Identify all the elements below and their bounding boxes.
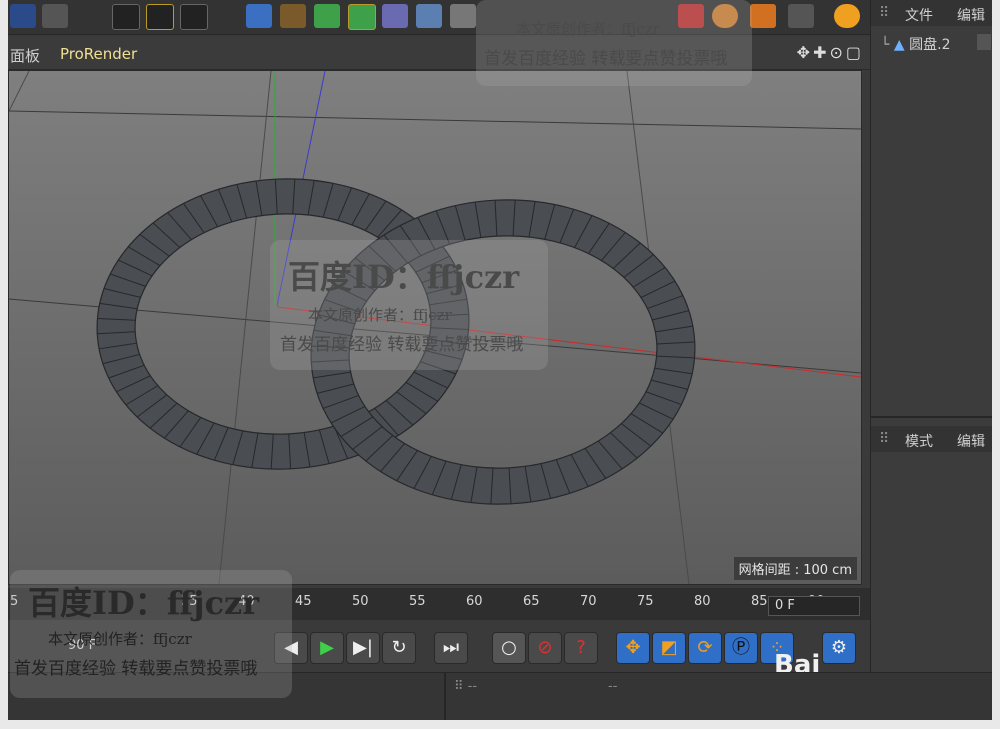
param-key-icon[interactable]: Ⓟ: [724, 632, 758, 664]
menu-edit-attributes[interactable]: 编辑: [957, 431, 985, 451]
scheme-icon[interactable]: ⚙: [822, 632, 856, 664]
help-record-icon[interactable]: ?: [564, 632, 598, 664]
disc-object-icon: ▲: [893, 37, 905, 53]
next-frame-button[interactable]: ▶|: [346, 632, 380, 664]
grid-line: [9, 110, 861, 130]
watermark-center-line1: 本文原创作者：ffjczr: [308, 306, 452, 324]
watermark-bottom-line1: 本文原创作者：ffjczr: [48, 630, 192, 648]
clapboard-active-icon[interactable]: [146, 4, 174, 30]
watermark-bottom-title: 百度ID：ffjczr: [28, 584, 260, 622]
current-frame-field[interactable]: 0 F: [768, 596, 860, 616]
record-disabled-icon[interactable]: ○: [492, 632, 526, 664]
timeline-tick-label: 85: [751, 594, 768, 609]
timeline-tick-label: 50: [352, 594, 369, 609]
grip-icon: ⠿ --: [454, 679, 478, 694]
menu-edit[interactable]: 编辑: [957, 5, 985, 25]
object-manager-header: ⠿ 文件 编辑: [871, 0, 992, 26]
panel-divider: [871, 416, 992, 418]
watermark-center-title: 百度ID：ffjczr: [288, 258, 520, 296]
clapboard-settings-icon[interactable]: [180, 4, 208, 30]
play-button[interactable]: ▶: [310, 632, 344, 664]
app-window: 面板 ProRender ✥✚⊙▢ 网格间距 : 100 cm ⠿ 文件 编辑 …: [8, 0, 992, 720]
watermark-top-line2: 首发百度经验 转载要点赞投票哦: [484, 49, 728, 69]
deformer-icon[interactable]: [382, 4, 408, 28]
tree-branch-icon: └: [881, 37, 890, 53]
grip-icon: ⠿: [879, 431, 890, 447]
grid-line: [218, 71, 272, 584]
select-icon[interactable]: [42, 4, 68, 28]
timeline-tick-label: 75: [637, 594, 654, 609]
watermark-center-line2: 首发百度经验 转载要点赞投票哦: [280, 335, 524, 355]
undo-icon[interactable]: [10, 4, 36, 28]
watermark-top-line1: 本文原创作者：ffjczr: [516, 20, 660, 38]
array-icon[interactable]: [348, 4, 376, 30]
timeline-tick-label: 80: [694, 594, 711, 609]
goto-end-button[interactable]: ⏭: [434, 632, 468, 664]
rotate-key-icon[interactable]: ⟳: [688, 632, 722, 664]
settings-icon[interactable]: [788, 4, 814, 28]
move-key-icon[interactable]: ✥: [616, 632, 650, 664]
loop-button[interactable]: ↻: [382, 632, 416, 664]
object-row[interactable]: └ ▲ 圆盘.2: [881, 34, 950, 54]
spline-pen-icon[interactable]: [280, 4, 306, 28]
floor-icon[interactable]: [416, 4, 442, 28]
nurbs-icon[interactable]: [314, 4, 340, 28]
timeline-tick-label: 45: [295, 594, 312, 609]
sun-icon[interactable]: [834, 4, 860, 28]
timeline-tick-label: 55: [409, 594, 426, 609]
timeline-tick-label: 60: [466, 594, 483, 609]
grid-spacing-label: 网格间距 : 100 cm: [733, 557, 857, 580]
object-manager-panel: ⠿ 文件 编辑 └ ▲ 圆盘.2 ⠿ 模式 编辑: [870, 0, 992, 720]
autokey-icon[interactable]: ⊘: [528, 632, 562, 664]
object-tag-icon[interactable]: [977, 34, 991, 50]
timeline-tick-label: 65: [523, 594, 540, 609]
bottom-divider: [444, 673, 446, 720]
timeline-tick-label: 70: [580, 594, 597, 609]
watermark-bg-top: [476, 0, 752, 86]
menu-panel[interactable]: 面板: [10, 45, 40, 66]
attributes-header: ⠿ 模式 编辑: [871, 426, 992, 452]
sketch-icon[interactable]: [750, 4, 776, 28]
menu-prorender[interactable]: ProRender: [60, 45, 137, 63]
menu-mode[interactable]: 模式: [905, 431, 933, 451]
grid-line: [9, 71, 30, 112]
dash-label: --: [608, 679, 618, 694]
grip-icon: ⠿: [879, 5, 890, 21]
scale-key-icon[interactable]: ◩: [652, 632, 686, 664]
clapboard-render-icon[interactable]: [112, 4, 140, 30]
object-name: 圆盘.2: [909, 37, 951, 53]
menu-file[interactable]: 文件: [905, 5, 933, 25]
cube-icon[interactable]: [246, 4, 272, 28]
camera-icon[interactable]: [450, 4, 476, 28]
watermark-bottom-line2: 首发百度经验 转载要点赞投票哦: [14, 659, 258, 679]
viewport-nav-icons[interactable]: ✥✚⊙▢: [797, 43, 864, 62]
